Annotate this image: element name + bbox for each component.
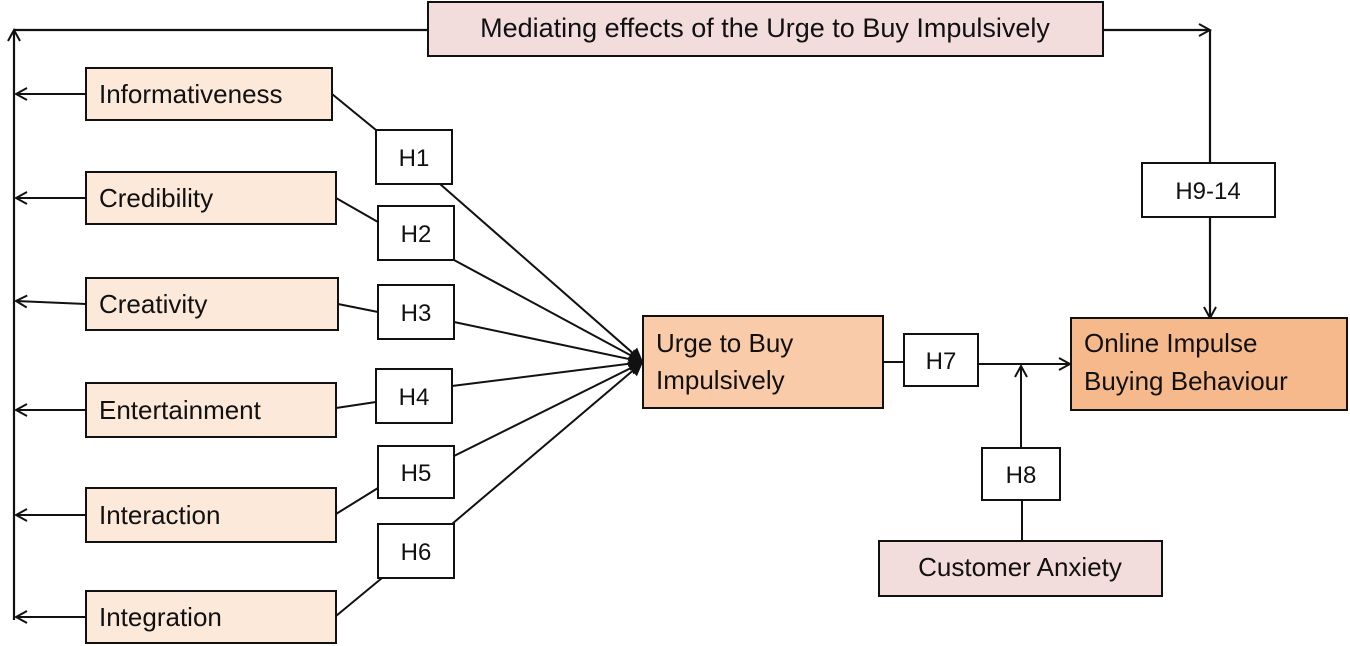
urge-label-line1: Urge to Buy [656,328,793,358]
credibility-box: Credibility [85,171,337,225]
h1-label: H1 [399,145,430,172]
creativity-label: Creativity [99,289,207,319]
h3-label: H3 [401,300,432,327]
h9-14-box: H9-14 [1141,162,1276,218]
integration-box: Integration [85,590,337,644]
h3-to-urge-arrow [453,321,644,366]
interaction-box: Interaction [85,487,337,543]
mediating-effects-box: Mediating effects of the Urge to Buy Imp… [427,1,1104,57]
research-model-diagram: Mediating effects of the Urge to Buy Imp… [0,1,1348,644]
h1-box: H1 [375,129,453,185]
entertainment-label: Entertainment [99,395,262,425]
urge-to-buy-box: Urge to Buy Impulsively [642,315,884,409]
h4-box: H4 [375,368,453,424]
h2-label: H2 [401,221,432,248]
h8-box: H8 [981,447,1061,501]
creativity-to-h3-line [337,303,379,313]
informativeness-to-h1-line [331,93,377,131]
interaction-label: Interaction [99,500,220,530]
outcome-label-line1: Online Impulse [1084,328,1257,358]
h4-to-urge-arrow [451,356,644,387]
h9-14-label: H9-14 [1175,178,1240,205]
integration-to-h6-line [335,577,383,617]
h3-box: H3 [377,284,455,340]
outcome-label-line2: Buying Behaviour [1084,366,1288,396]
creativity-box: Creativity [85,277,339,331]
h6-box: H6 [377,523,455,579]
h1-to-urge-arrow [439,183,644,363]
integration-label: Integration [99,602,222,632]
informativeness-box: Informativeness [85,67,333,121]
informativeness-label: Informativeness [99,79,283,109]
urge-label-line2: Impulsively [656,365,785,395]
entertainment-box: Entertainment [85,382,337,438]
h5-box: H5 [377,445,455,499]
customer-anxiety-box: Customer Anxiety [878,540,1163,597]
creativity-feedback-arrow [16,301,87,304]
online-impulse-buying-box: Online Impulse Buying Behaviour [1070,317,1348,411]
h2-to-urge-arrow [453,259,644,363]
customer-anxiety-label: Customer Anxiety [918,552,1122,582]
h6-label: H6 [401,539,432,566]
credibility-to-h2-line [335,197,379,223]
mediating-effects-label: Mediating effects of the Urge to Buy Imp… [480,13,1050,43]
credibility-label: Credibility [99,183,213,213]
h7-label: H7 [926,348,957,375]
interaction-to-h5-line [335,487,379,515]
h4-label: H4 [399,384,430,411]
h5-label: H5 [401,460,432,487]
h8-label: H8 [1006,462,1037,489]
h7-box: H7 [903,333,979,387]
entertainment-to-h4-line [335,401,377,409]
h2-box: H2 [377,205,455,261]
